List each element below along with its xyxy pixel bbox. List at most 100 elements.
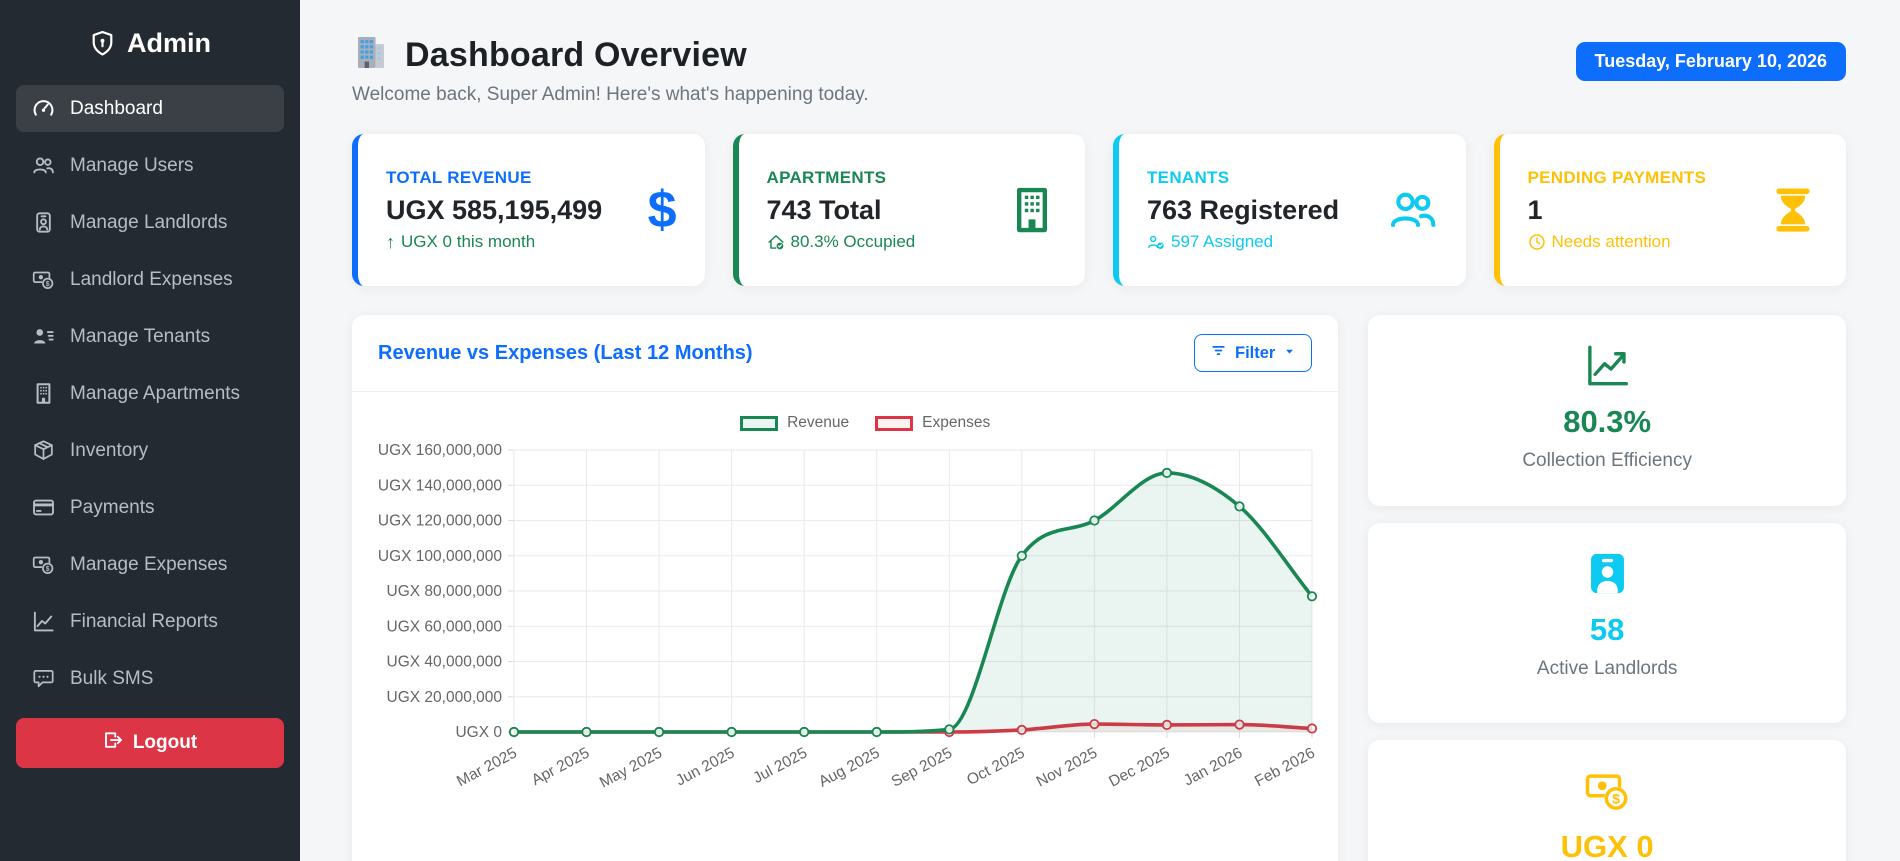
building-icon [32,382,55,405]
svg-text:Jan 2026: Jan 2026 [1181,745,1245,790]
svg-text:Feb 2026: Feb 2026 [1252,745,1318,791]
svg-text:Oct 2025: Oct 2025 [964,745,1028,790]
chart-legend: Revenue Expenses [404,414,1326,432]
people-icon [32,154,55,177]
stat-sub: Needs attention [1528,232,1707,252]
hourglass-icon [1768,185,1818,235]
svg-text:$: $ [1612,790,1620,806]
main-content: Dashboard Overview Welcome back, Super A… [300,0,1900,861]
caret-down-icon [1283,344,1296,363]
side-column: 80.3% Collection Efficiency 58 Active Land… [1368,315,1846,861]
app-brand: Admin [16,18,284,85]
sidebar-item-label: Landlord Expenses [70,268,233,290]
credit-card-icon [32,496,55,519]
sidebar-item-label: Inventory [70,439,149,461]
chart-body: Revenue Expenses UGX 0 UGX 20,000,000 UGX … [352,392,1338,861]
sidebar-item-label: Financial Reports [70,610,218,632]
svg-text:UGX 140,000,000: UGX 140,000,000 [378,477,502,494]
svg-text:Jul 2025: Jul 2025 [750,745,810,788]
legend-swatch [875,415,914,431]
sidebar-item-label: Manage Expenses [70,553,228,575]
sidebar-item-manage-tenants[interactable]: Manage Tenants [16,313,284,360]
stat-label: PENDING PAYMENTS [1527,168,1707,187]
svg-text:Aug 2025: Aug 2025 [816,745,883,791]
svg-text:UGX 100,000,000: UGX 100,000,000 [378,548,502,565]
office-building-icon [352,34,390,77]
filter-button[interactable]: Filter [1193,334,1313,372]
sidebar-item-financial-reports[interactable]: Financial Reports [16,598,284,645]
logout-button[interactable]: Logout [16,718,284,768]
side-card-value: UGX 0 [1560,829,1654,861]
sidebar-item-label: Manage Users [70,154,194,176]
arrow-up-icon: ↑ [386,231,395,252]
stat-label: TOTAL REVENUE [386,167,532,187]
svg-text:UGX 20,000,000: UGX 20,000,000 [387,689,503,706]
stat-value: 763 Registered [1147,195,1340,225]
chart-title: Revenue vs Expenses (Last 12 Months) [378,341,753,364]
graph-up-icon [32,610,55,633]
stat-card-tenants: TENANTS 763 Registered 597 Assigned [1113,134,1466,286]
svg-text:UGX 160,000,000: UGX 160,000,000 [378,442,502,459]
ugx-0-card: $ UGX 0 [1368,740,1846,861]
active-landlords-card: 58 Active Landlords [1368,523,1846,723]
dollar-icon: $ [648,184,677,236]
svg-text:$: $ [46,566,50,573]
svg-text:UGX 40,000,000: UGX 40,000,000 [387,654,503,671]
svg-text:$: $ [46,281,50,288]
sidebar-item-label: Manage Tenants [70,325,211,347]
svg-text:Nov 2025: Nov 2025 [1034,745,1101,791]
graph-up-arrow-icon [1388,342,1826,394]
svg-text:UGX 60,000,000: UGX 60,000,000 [387,618,503,635]
legend-item-expenses[interactable]: Expenses [875,414,990,432]
side-card-label: Collection Efficiency [1522,450,1692,471]
people-icon [1388,185,1438,235]
clock-icon [1528,233,1546,251]
revenue-expenses-chart[interactable]: UGX 0 UGX 20,000,000 UGX 40,000,000 UGX 60,… [364,436,1325,861]
svg-text:Dec 2025: Dec 2025 [1106,745,1173,791]
svg-text:UGX 120,000,000: UGX 120,000,000 [378,513,502,530]
svg-text:Apr 2025: Apr 2025 [529,745,593,790]
svg-text:Sep 2025: Sep 2025 [889,745,956,791]
stat-label: APARTMENTS [766,168,887,187]
sidebar-item-dashboard[interactable]: Dashboard [16,85,284,132]
speedometer-icon [32,97,55,120]
sidebar-item-manage-users[interactable]: Manage Users [16,142,284,189]
sidebar-item-label: Bulk SMS [70,667,154,689]
collection-efficiency-card: 80.3% Collection Efficiency [1368,315,1846,506]
side-card-value: 58 [1589,612,1625,647]
page-header: Dashboard Overview Welcome back, Super A… [352,34,1846,106]
sidebar-item-label: Dashboard [70,97,163,119]
sidebar-item-manage-landlords[interactable]: Manage Landlords [16,199,284,246]
house-check-icon [767,233,785,251]
chart-header: Revenue vs Expenses (Last 12 Months) Fil… [352,315,1339,392]
person-badge-icon [32,211,55,234]
funnel-icon [1210,342,1227,364]
box-icon [32,439,55,462]
sidebar-item-inventory[interactable]: Inventory [16,427,284,474]
sidebar-item-manage-expenses[interactable]: $ Manage Expenses [16,541,284,588]
sidebar-item-manage-apartments[interactable]: Manage Apartments [16,370,284,417]
sidebar-item-bulk-sms[interactable]: Bulk SMS [16,655,284,702]
sidebar: Admin Dashboard Manage Users Manage Landlo… [0,0,300,861]
stat-value: 743 Total [766,195,882,225]
sidebar-nav: Dashboard Manage Users Manage Landlords $ La… [16,85,284,702]
stat-card-total-revenue: TOTAL REVENUE UGX 585,195,499 ↑ UGX 0 thi… [352,134,705,286]
stat-value: 1 [1527,195,1543,225]
sidebar-item-label: Payments [70,496,155,518]
box-arrow-right-icon [103,730,123,756]
chat-dots-icon [32,667,55,690]
app-brand-label: Admin [127,28,211,58]
stat-label: TENANTS [1147,168,1230,187]
legend-item-revenue[interactable]: Revenue [740,414,849,432]
content-row: Revenue vs Expenses (Last 12 Months) Fil… [352,315,1846,861]
chart-holder: UGX 0 UGX 20,000,000 UGX 40,000,000 UGX 60,… [364,436,1326,861]
stat-card-apartments: APARTMENTS 743 Total 80.3% Occupied [732,134,1085,286]
svg-text:Jun 2025: Jun 2025 [673,745,737,790]
page-title: Dashboard Overview [405,36,747,74]
sidebar-item-payments[interactable]: Payments [16,484,284,531]
stat-sub: 597 Assigned [1147,232,1339,252]
building-icon [1007,185,1057,235]
shield-lock-icon [89,30,116,57]
person-badge-fill-icon [1388,550,1826,602]
sidebar-item-landlord-expenses[interactable]: $ Landlord Expenses [16,256,284,303]
